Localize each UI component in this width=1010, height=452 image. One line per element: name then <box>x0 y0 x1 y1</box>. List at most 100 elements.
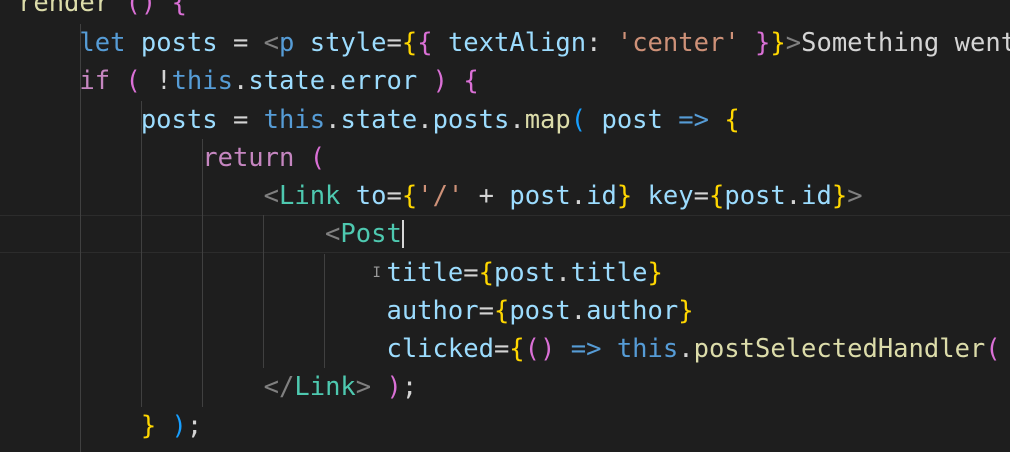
code-token: = <box>217 105 264 135</box>
code-token: } <box>770 28 786 58</box>
code-line[interactable]: author ={post. author} <box>18 292 694 330</box>
code-token: ) <box>386 372 402 402</box>
code-token: > <box>785 28 802 58</box>
code-token: author <box>586 296 679 326</box>
code-token: Something went <box>801 28 1010 58</box>
code-token: { <box>478 258 494 288</box>
code-token: postSelectedHandler <box>693 334 986 364</box>
code-token: { <box>708 181 725 211</box>
code-token: { <box>509 334 525 364</box>
code-token: ! <box>140 66 172 96</box>
code-token: } <box>140 411 157 441</box>
code-token: posts <box>140 105 218 135</box>
code-token: . <box>570 296 587 326</box>
code-token: post <box>601 105 663 135</box>
code-token: = <box>493 334 510 364</box>
code-token: posts <box>140 28 218 58</box>
code-token: { <box>401 28 418 58</box>
code-token: textAlign <box>447 28 587 58</box>
code-token: ( <box>125 66 141 96</box>
code-token: } <box>755 28 771 58</box>
code-token: => <box>678 105 709 135</box>
code-token: style <box>309 28 387 58</box>
code-token: = <box>386 28 402 58</box>
code-token: this <box>171 66 233 96</box>
code-editor[interactable]: render () { let posts = < p style ={{ text… <box>0 0 1010 452</box>
code-token: { <box>463 66 479 96</box>
code-token: ) <box>171 411 187 441</box>
code-token: let <box>79 28 126 58</box>
code-token: ; <box>186 411 203 441</box>
code-token: </ <box>263 372 295 402</box>
code-token: > <box>847 181 863 211</box>
code-token: ; <box>401 372 418 402</box>
code-token: return <box>202 143 295 173</box>
code-token: => <box>570 334 602 364</box>
code-line[interactable]: clicked ={() => this. postSelectedHandler( <box>18 330 1001 368</box>
code-token: . <box>785 181 802 211</box>
code-token: . <box>325 66 341 96</box>
code-token: post <box>493 258 556 288</box>
code-token: = <box>217 28 264 58</box>
code-token: 'center' <box>616 28 740 58</box>
code-token: map <box>524 105 571 135</box>
code-token: } <box>616 181 633 211</box>
code-token: < <box>263 28 280 58</box>
code-line[interactable]: < Link to ={'/' + post. id} key ={post. id} > <box>18 177 863 215</box>
code-line[interactable]: return ( <box>18 139 325 177</box>
code-token: . <box>678 334 694 364</box>
code-line[interactable]: render () { <box>18 0 187 22</box>
code-token: } <box>831 181 848 211</box>
code-token: { <box>417 28 433 58</box>
code-token: state <box>248 66 326 96</box>
code-line[interactable]: posts = this. state. posts. map( post => { <box>18 101 740 139</box>
code-token: title <box>570 258 648 288</box>
code-line[interactable]: </Link > ); <box>18 368 418 406</box>
code-token: . <box>570 181 587 211</box>
code-token: this <box>263 105 326 135</box>
code-token: ( <box>985 334 1001 364</box>
code-token: if <box>79 66 111 96</box>
code-token: { <box>171 0 187 18</box>
code-token: { <box>401 181 418 211</box>
code-token: . <box>325 105 341 135</box>
code-token: Post <box>340 219 402 249</box>
code-token: . <box>417 105 433 135</box>
code-token: } <box>678 296 694 326</box>
code-line[interactable]: < Post <box>18 215 404 253</box>
code-token: ( <box>309 143 326 173</box>
code-line[interactable]: Ititle ={post. title} <box>18 254 663 292</box>
code-token: clicked <box>386 334 494 364</box>
code-line[interactable]: let posts = < p style ={{ textAlign: 'cent… <box>18 24 1010 62</box>
code-line[interactable]: } ); <box>18 407 202 445</box>
code-token: key <box>647 181 694 211</box>
code-token: + <box>463 181 510 211</box>
code-token: render <box>18 0 111 18</box>
code-token: = <box>693 181 709 211</box>
code-token: . <box>555 258 571 288</box>
code-token: post <box>724 181 786 211</box>
code-token: ) <box>432 66 448 96</box>
code-token: } <box>647 258 663 288</box>
text-cursor-ibeam-icon: I <box>372 265 381 281</box>
code-token: < <box>325 219 341 249</box>
code-line[interactable]: if ( ! this. state. error ) { <box>18 62 479 100</box>
code-token: Link <box>279 181 341 211</box>
